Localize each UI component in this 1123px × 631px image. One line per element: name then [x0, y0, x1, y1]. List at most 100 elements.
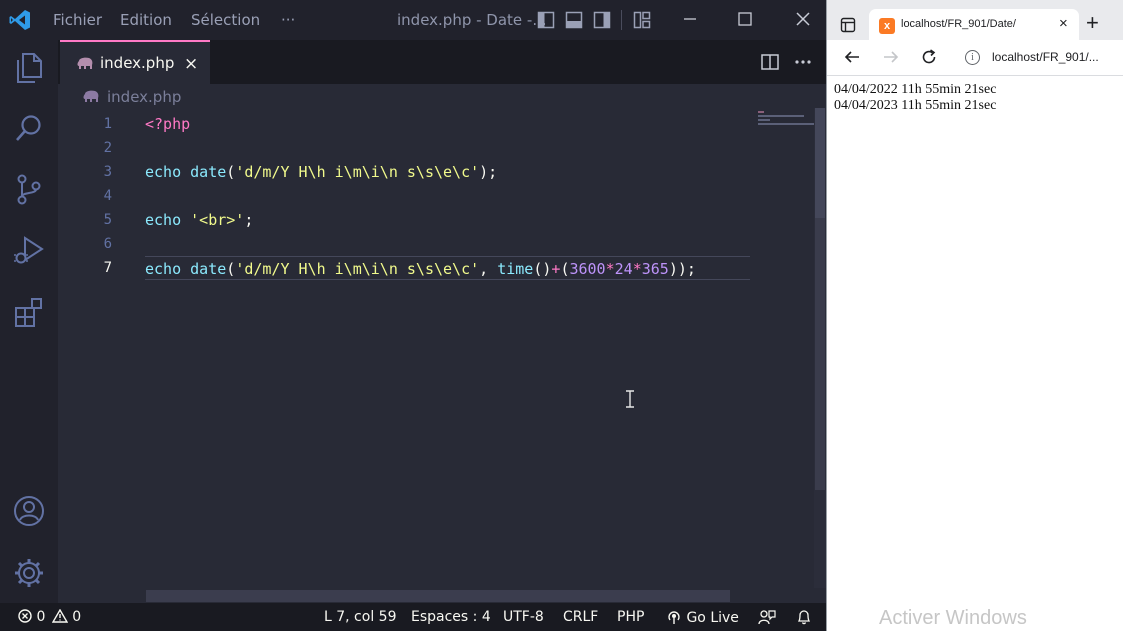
line-number: 3: [103, 164, 112, 180]
php-file-icon: [77, 57, 93, 69]
run-debug-icon: [14, 236, 44, 264]
extensions-icon: [15, 298, 42, 327]
code-token: 'd/m/Y H\h i\m\i\n s\s\e\c': [235, 260, 480, 278]
horizontal-scrollbar[interactable]: [146, 590, 730, 602]
minimize-icon[interactable]: [680, 9, 700, 29]
new-tab-button[interactable]: +: [1086, 12, 1099, 34]
search-icon: [16, 115, 41, 141]
back-arrow-icon[interactable]: [843, 48, 861, 66]
activity-manage[interactable]: [11, 555, 47, 591]
minimap[interactable]: [750, 108, 814, 588]
code-token: 365: [641, 260, 669, 278]
code-token: (): [533, 260, 552, 278]
breadcrumb-file[interactable]: index.php: [107, 88, 181, 106]
code-token: echo: [145, 211, 182, 229]
line-number: 1: [103, 116, 112, 132]
status-problems[interactable]: 0 0: [18, 608, 82, 625]
browser-tab-close-button[interactable]: ×: [1059, 15, 1068, 32]
toggle-panel-icon[interactable]: [565, 11, 583, 29]
error-icon: [18, 609, 32, 623]
menu-more[interactable]: ···: [281, 11, 295, 29]
address-bar[interactable]: i localhost/FR_901/...: [955, 45, 1121, 71]
status-eol[interactable]: CRLF: [563, 609, 598, 625]
code-token: (: [226, 260, 236, 278]
toggle-secondary-sidebar-icon[interactable]: [593, 11, 611, 29]
xampp-favicon-icon: x: [879, 18, 895, 34]
code-line[interactable]: [145, 184, 750, 208]
vertical-scroll-thumb[interactable]: [815, 108, 825, 218]
code-line[interactable]: [145, 136, 750, 160]
page-output-line: 04/04/2022 11h 55min 21sec: [834, 82, 997, 97]
close-window-icon[interactable]: [793, 9, 813, 29]
line-number: 6: [103, 236, 112, 252]
status-language[interactable]: PHP: [617, 609, 644, 625]
status-encoding[interactable]: UTF-8: [503, 609, 544, 625]
toggle-sidebar-icon[interactable]: [537, 11, 555, 29]
code-line[interactable]: echo date('d/m/Y H\h i\m\i\n s\s\e\c');: [145, 160, 750, 184]
menu-selection[interactable]: Sélection: [191, 11, 260, 29]
code-token: date: [190, 163, 227, 181]
menu-fichier[interactable]: Fichier: [53, 11, 102, 29]
line-number: 5: [103, 212, 112, 228]
feedback-icon[interactable]: [758, 609, 776, 625]
activity-accounts[interactable]: [11, 493, 47, 529]
files-icon: [17, 53, 42, 83]
browser-page-content: 04/04/2022 11h 55min 21sec 04/04/2023 11…: [827, 77, 1123, 631]
browser-tab[interactable]: x localhost/FR_901/Date/ ×: [869, 9, 1079, 42]
vertical-scrollbar[interactable]: [814, 108, 826, 588]
browser-tab-title: localhost/FR_901/Date/: [901, 18, 1016, 30]
address-url[interactable]: localhost/FR_901/...: [992, 50, 1099, 64]
code-token: time: [497, 260, 534, 278]
code-token: 24: [614, 260, 633, 278]
code-line-active[interactable]: echo date('d/m/Y H\h i\m\i\n s\s\e\c', t…: [145, 256, 750, 280]
site-info-icon[interactable]: i: [965, 50, 980, 65]
browser-window: x localhost/FR_901/Date/ × + i localhost…: [826, 0, 1123, 631]
account-icon: [14, 496, 44, 526]
customize-layout-icon[interactable]: [633, 11, 651, 29]
windows-activation-watermark: Activer Windows: [879, 607, 1027, 629]
code-line[interactable]: <?php: [145, 112, 750, 136]
minimap-line: [758, 119, 770, 121]
tab-label: index.php: [100, 54, 175, 72]
activity-run-debug[interactable]: [11, 232, 47, 268]
tab-index-php[interactable]: index.php ×: [60, 40, 210, 84]
menu-edition[interactable]: Edition: [120, 11, 172, 29]
code-line[interactable]: [145, 232, 750, 256]
activity-explorer[interactable]: [11, 50, 47, 86]
error-count: 0: [36, 609, 46, 625]
forward-arrow-icon[interactable]: [882, 48, 900, 66]
activity-source-control[interactable]: [11, 171, 47, 207]
more-actions-icon[interactable]: [793, 52, 813, 72]
status-go-live[interactable]: Go Live: [666, 609, 739, 626]
code-token: 'd/m/Y H\h i\m\i\n s\s\e\c': [235, 163, 480, 181]
status-indentation[interactable]: Espaces : 4: [411, 609, 491, 625]
maximize-icon[interactable]: [735, 9, 755, 29]
text-cursor-icon: [626, 390, 634, 408]
code-token: *: [632, 260, 642, 278]
php-file-icon: [83, 90, 99, 102]
activity-search[interactable]: [11, 110, 47, 146]
activity-extensions[interactable]: [11, 294, 47, 330]
code-token: );: [479, 163, 498, 181]
status-cursor-position[interactable]: L 7, col 59: [324, 609, 396, 625]
title-bar: Fichier Edition Sélection ··· index.php …: [0, 0, 826, 40]
go-live-label: Go Live: [686, 610, 739, 626]
reload-icon[interactable]: [920, 48, 938, 66]
tab-close-button[interactable]: ×: [184, 54, 198, 74]
tab-actions-icon[interactable]: [840, 17, 856, 33]
line-number: 4: [103, 188, 112, 204]
split-editor-icon[interactable]: [760, 52, 780, 72]
warning-count: 0: [72, 609, 82, 625]
minimap-line: [758, 115, 804, 117]
code-token: ));: [668, 260, 696, 278]
vscode-logo-icon[interactable]: [8, 8, 32, 32]
minimap-line: [758, 123, 814, 125]
notifications-bell-icon[interactable]: [796, 609, 812, 625]
warning-icon: [51, 608, 69, 623]
code-token: '<br>': [190, 211, 245, 229]
code-token: (: [226, 163, 236, 181]
code-line[interactable]: echo '<br>';: [145, 208, 750, 232]
